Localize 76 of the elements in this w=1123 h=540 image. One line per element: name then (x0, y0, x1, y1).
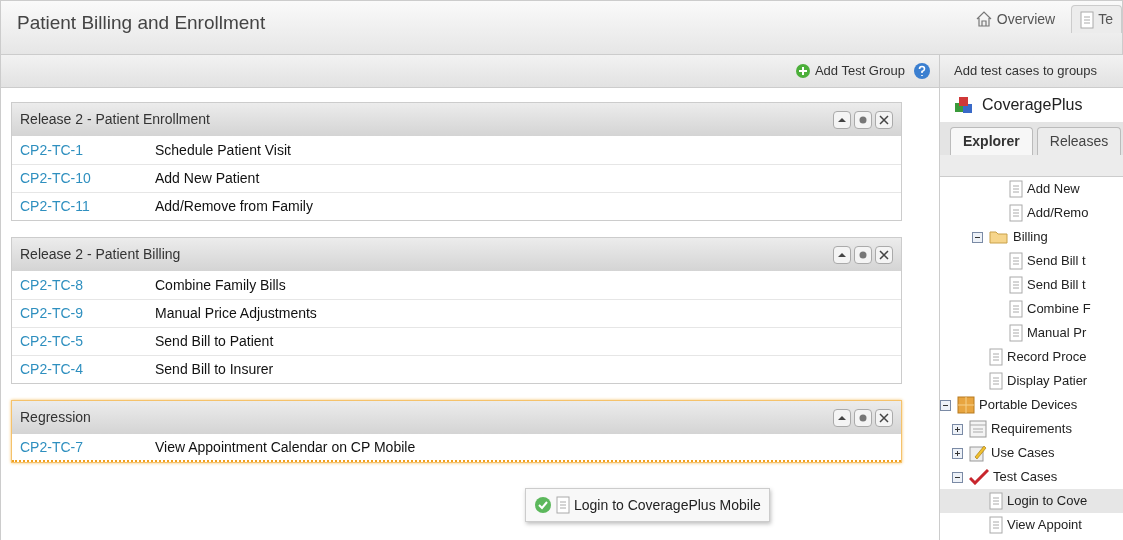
table-icon (969, 420, 987, 438)
cubes-icon (954, 96, 974, 114)
test-case-link[interactable]: CP2-TC-7 (20, 436, 155, 458)
test-case-link[interactable]: CP2-TC-1 (20, 139, 155, 161)
drag-item-label: Login to CoveragePlus Mobile (574, 495, 761, 515)
expand-icon[interactable] (952, 447, 963, 459)
group-title: Regression (20, 408, 91, 427)
checkmark-icon (969, 469, 989, 485)
tree-item[interactable]: Combine F (940, 297, 1123, 321)
check-circle-icon (534, 496, 552, 514)
test-case-link[interactable]: CP2-TC-9 (20, 303, 155, 324)
page-icon (1009, 180, 1023, 198)
test-case-link[interactable]: CP2-TC-5 (20, 331, 155, 352)
project-name: CoveragePlus (982, 95, 1083, 115)
test-case-name: Schedule Patient Visit (155, 140, 291, 160)
tree-item[interactable]: Send Bill t (940, 273, 1123, 297)
tree-item[interactable]: Test Cases (940, 465, 1123, 489)
collapse-icon[interactable] (972, 231, 983, 243)
test-case-link[interactable]: CP2-TC-11 (20, 196, 155, 217)
close-icon[interactable] (875, 245, 893, 264)
page-title: Patient Billing and Enrollment (17, 11, 266, 35)
test-case-link[interactable]: CP2-TC-4 (20, 359, 155, 380)
page-icon (1009, 276, 1023, 294)
side-panel-title: Add test cases to groups (954, 62, 1098, 81)
tree-item[interactable]: Send Bill t (940, 249, 1123, 273)
settings-icon[interactable] (854, 110, 872, 129)
collapse-icon[interactable] (952, 471, 963, 483)
page-icon (556, 496, 570, 514)
page-icon (1080, 10, 1095, 29)
page-icon (989, 492, 1003, 510)
test-case-name: Add New Patient (155, 169, 260, 188)
tree-item[interactable]: Add New (940, 177, 1123, 201)
page-icon (989, 516, 1003, 534)
header-tab[interactable]: Overview (966, 5, 1064, 33)
test-case-name: Combine Family Bills (155, 275, 286, 295)
help-icon[interactable] (913, 62, 931, 80)
expand-icon[interactable] (952, 423, 963, 435)
close-icon[interactable] (875, 408, 893, 427)
test-case-link[interactable]: CP2-TC-8 (20, 274, 155, 296)
header-tab[interactable]: Te (1071, 5, 1122, 33)
settings-icon[interactable] (854, 408, 872, 427)
group-title: Release 2 - Patient Enrollment (20, 110, 210, 129)
tree-item[interactable]: Billing (940, 225, 1123, 249)
settings-icon[interactable] (854, 245, 872, 264)
group-title: Release 2 - Patient Billing (20, 245, 181, 264)
home-icon (974, 10, 993, 28)
tree-item[interactable]: Display Patier (940, 369, 1123, 393)
page-icon (1009, 324, 1023, 342)
panel-tab[interactable]: Explorer (950, 127, 1033, 155)
page-icon (1009, 204, 1023, 222)
folder-icon (989, 229, 1009, 245)
test-case-name: Send Bill to Patient (155, 332, 274, 351)
tree-item[interactable]: Use Cases (940, 441, 1123, 465)
tree-item[interactable]: Add/Remo (940, 201, 1123, 225)
test-case-name: View Appointment Calendar on CP Mobile (155, 437, 416, 457)
page-icon (1009, 300, 1023, 318)
panel-tab[interactable]: Releases (1036, 127, 1122, 155)
tree-item[interactable]: Portable Devices (940, 393, 1123, 417)
notepad-pencil-icon (969, 444, 987, 462)
test-case-name: Add/Remove from Family (155, 197, 313, 216)
close-icon[interactable] (875, 110, 893, 129)
tree-item[interactable]: View Appoint (940, 513, 1123, 537)
tree-item[interactable]: Requirements (940, 417, 1123, 441)
add-icon (794, 63, 811, 79)
collapse-icon[interactable] (940, 399, 951, 411)
tree-item[interactable]: Manual Pr (940, 321, 1123, 345)
page-icon (989, 348, 1003, 366)
test-case-link[interactable]: CP2-TC-10 (20, 168, 155, 189)
test-case-name: Send Bill to Insurer (155, 360, 274, 379)
add-test-group-button[interactable]: Add Test Group (794, 61, 905, 81)
tree-item[interactable]: Record Proce (940, 345, 1123, 369)
test-case-name: Manual Price Adjustments (155, 304, 317, 323)
grid-icon (957, 396, 975, 414)
page-icon (1009, 252, 1023, 270)
page-icon (989, 372, 1003, 390)
tree-item[interactable]: Login to Cove (940, 489, 1123, 513)
